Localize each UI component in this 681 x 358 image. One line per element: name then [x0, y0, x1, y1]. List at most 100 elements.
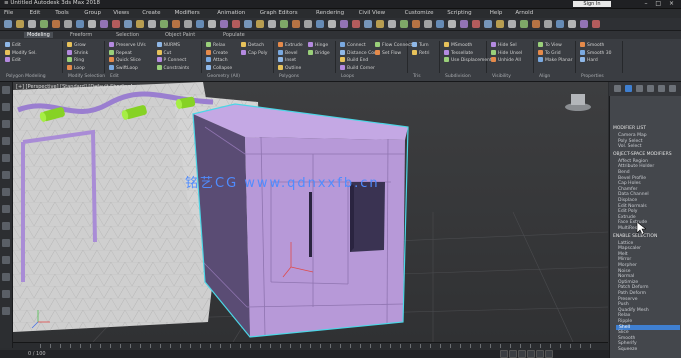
- modifier-list-item[interactable]: Squeeze: [618, 347, 637, 352]
- camera-icon[interactable]: [292, 20, 300, 28]
- workspace-icon[interactable]: [532, 20, 540, 28]
- cone-icon[interactable]: [580, 20, 588, 28]
- mirror-icon[interactable]: [172, 20, 180, 28]
- shape-icon[interactable]: [316, 20, 324, 28]
- menu-scripting[interactable]: Scripting: [447, 10, 471, 16]
- undo-icon[interactable]: [40, 20, 48, 28]
- ribbon-button-bevel[interactable]: Bevel: [278, 49, 298, 56]
- ribbon-button-build-corner[interactable]: Build Corner: [340, 64, 375, 71]
- render-frame-icon[interactable]: [244, 20, 252, 28]
- modifier-list-item[interactable]: Face Extrude: [618, 220, 647, 225]
- snap-icon[interactable]: [136, 20, 144, 28]
- ribbon-button-extrude[interactable]: Extrude: [278, 42, 303, 48]
- ribbon-tab-populate[interactable]: Populate: [223, 32, 245, 38]
- ribbon-button-use-displacement[interactable]: Use Displacement: [444, 57, 492, 63]
- track-icon[interactable]: [352, 20, 360, 28]
- move-icon[interactable]: [2, 120, 10, 128]
- geometry-icon[interactable]: [328, 20, 336, 28]
- modifier-list-item[interactable]: Relax: [618, 313, 630, 318]
- modifier-list-item[interactable]: Path Deform: [618, 291, 646, 296]
- menu-group[interactable]: Group: [84, 10, 101, 16]
- sphere-icon[interactable]: [556, 20, 564, 28]
- display-tab-icon[interactable]: [658, 85, 665, 92]
- ribbon-button-cut[interactable]: Cut: [156, 49, 171, 56]
- modifier-list-item[interactable]: Edit Poly: [618, 209, 637, 214]
- modifier-list-item[interactable]: Push: [618, 302, 629, 307]
- grid-icon[interactable]: [544, 20, 552, 28]
- curve-icon[interactable]: [364, 20, 372, 28]
- light-icon[interactable]: [280, 20, 288, 28]
- ribbon-button-msmooth[interactable]: MSmooth: [444, 42, 472, 48]
- modifier-list-item[interactable]: Noise: [618, 269, 630, 274]
- move-icon[interactable]: [100, 20, 108, 28]
- modifier-list-item[interactable]: Mirror: [618, 257, 631, 262]
- material-icon[interactable]: [220, 20, 228, 28]
- sign-in-button[interactable]: Sign In: [573, 1, 611, 7]
- ribbon-button-bridge[interactable]: Bridge: [308, 49, 330, 56]
- ribbon-button-loop[interactable]: Loop: [67, 64, 85, 71]
- ribbon-button-retri[interactable]: Retri: [412, 49, 430, 56]
- ribbon-button-connect[interactable]: Connect: [340, 42, 366, 48]
- ribbon-button-unhide-all[interactable]: Unhide All: [491, 57, 521, 63]
- modifier-list-item[interactable]: Shell: [616, 324, 680, 330]
- modifier-list-item[interactable]: Normal: [618, 274, 634, 279]
- select-region-icon[interactable]: [2, 103, 10, 111]
- modifier-list-item[interactable]: Mapscaler: [618, 246, 641, 251]
- ribbon-button-build-end[interactable]: Build End: [340, 57, 368, 63]
- menu-civil-view[interactable]: Civil View: [359, 10, 385, 16]
- play-icon[interactable]: [448, 20, 456, 28]
- save-icon[interactable]: [28, 20, 36, 28]
- modifier-list-item[interactable]: Cap Holes: [618, 181, 641, 186]
- menu-edit[interactable]: Edit: [30, 10, 41, 16]
- align-icon[interactable]: [184, 20, 192, 28]
- modify-tab-icon[interactable]: [625, 85, 632, 92]
- go-end-icon[interactable]: [536, 350, 544, 358]
- toggle-icon[interactable]: [496, 20, 504, 28]
- window-controls[interactable]: – □ ×: [644, 0, 677, 7]
- menu-create[interactable]: Create: [142, 10, 160, 16]
- ribbon-button-repeat[interactable]: Repeat: [109, 49, 132, 56]
- snap-icon[interactable]: [2, 222, 10, 230]
- ribbon-button-relax[interactable]: Relax: [206, 42, 225, 48]
- ribbon-button-nurms[interactable]: NURMS: [156, 42, 180, 48]
- open-icon[interactable]: [16, 20, 24, 28]
- ribbon-button-inset[interactable]: Inset: [278, 57, 296, 63]
- rotate-icon[interactable]: [112, 20, 120, 28]
- select-object-icon[interactable]: [2, 86, 10, 94]
- freeze-icon[interactable]: [2, 273, 10, 281]
- ribbon-button-hide-sel[interactable]: Hide Sel: [491, 42, 517, 48]
- motion-tab-icon[interactable]: [647, 85, 654, 92]
- selected-box-object[interactable]: [192, 103, 409, 338]
- ribbon-button-quick-slice[interactable]: Quick Slice: [109, 57, 141, 63]
- modifier-list-item[interactable]: Spherify: [618, 341, 637, 346]
- ribbon-button-hinge[interactable]: Hinge: [308, 42, 328, 48]
- menu-customize[interactable]: Customize: [405, 10, 434, 16]
- layer-icon[interactable]: [196, 20, 204, 28]
- ribbon-button-grow[interactable]: Grow: [67, 42, 86, 48]
- menu-animation[interactable]: Animation: [217, 10, 245, 16]
- zoom-icon[interactable]: [400, 20, 408, 28]
- modifier-list-item[interactable]: MultiRes: [618, 226, 637, 231]
- graph-icon[interactable]: [208, 20, 216, 28]
- ribbon-button-shrink[interactable]: Shrink: [67, 49, 88, 56]
- ribbon-button-to-grid[interactable]: To Grid: [538, 49, 561, 56]
- new-icon[interactable]: [4, 20, 12, 28]
- pivot-icon[interactable]: [2, 205, 10, 213]
- stop-icon[interactable]: [460, 20, 468, 28]
- next-frame-icon[interactable]: [527, 350, 535, 358]
- unlink-icon[interactable]: [76, 20, 84, 28]
- menu-views[interactable]: Views: [113, 10, 129, 16]
- menu-modifiers[interactable]: Modifiers: [175, 10, 200, 16]
- play-icon[interactable]: [518, 350, 526, 358]
- ribbon-button-ring[interactable]: Ring: [67, 57, 84, 63]
- ribbon-button-swiftloop[interactable]: SwiftLoop: [109, 64, 138, 71]
- modifier-list-item[interactable]: Ripple: [618, 319, 632, 324]
- viewport-icon[interactable]: [388, 20, 396, 28]
- search-icon[interactable]: [520, 20, 528, 28]
- ribbon-button-attach[interactable]: Attach: [206, 57, 228, 63]
- ribbon-button-create[interactable]: Create: [206, 49, 228, 56]
- helper-icon[interactable]: [304, 20, 312, 28]
- menu-graph-editors[interactable]: Graph Editors: [260, 10, 298, 16]
- ribbon-tab-modeling[interactable]: Modeling: [24, 32, 53, 38]
- modifier-list-item[interactable]: Lattice: [618, 241, 633, 246]
